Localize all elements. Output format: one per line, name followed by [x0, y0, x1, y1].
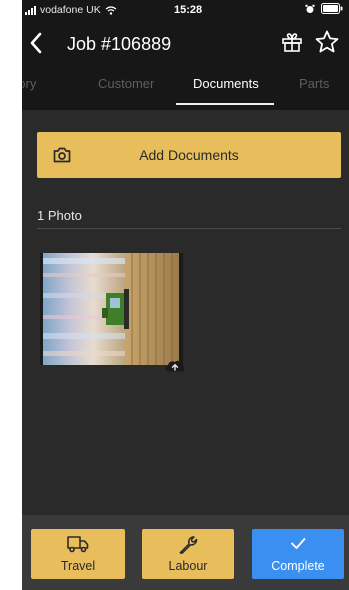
status-bar: vodafone UK 15:28 — [22, 0, 349, 18]
complete-label: Complete — [271, 559, 325, 573]
tab-bar: Story Customer Documents Parts — [22, 70, 349, 106]
labour-button[interactable]: Labour — [142, 529, 234, 579]
status-time: 15:28 — [174, 4, 203, 16]
add-documents-label: Add Documents — [139, 147, 239, 163]
truck-icon — [67, 536, 89, 553]
status-left: vodafone UK — [25, 4, 117, 16]
section-divider — [37, 228, 341, 229]
cloud-upload-icon — [164, 357, 186, 373]
page-title: Job #106889 — [67, 34, 172, 54]
tab-customer[interactable]: Customer — [98, 76, 154, 91]
star-outline-icon — [315, 30, 339, 53]
bottom-action-bar: Travel Labour Complete — [22, 515, 349, 590]
travel-label: Travel — [60, 559, 96, 573]
checkmark-icon — [291, 538, 306, 549]
alarm-icon — [305, 4, 315, 14]
add-documents-button[interactable]: Add Documents — [37, 132, 341, 178]
photo-count-heading: 1 Photo — [37, 208, 82, 223]
battery-icon — [321, 3, 343, 14]
gift-button[interactable] — [280, 30, 304, 54]
signal-icon — [25, 5, 36, 15]
labour-label: Labour — [168, 559, 208, 573]
favorite-button[interactable] — [314, 29, 340, 55]
chevron-left-icon — [30, 32, 42, 54]
back-button[interactable] — [25, 28, 47, 58]
active-tab-indicator — [176, 103, 274, 105]
complete-button[interactable]: Complete — [252, 529, 344, 579]
header: vodafone UK 15:28 Job #106889 ry Custome… — [22, 0, 349, 110]
wrench-icon — [179, 536, 198, 554]
tab-story[interactable]: Story — [22, 76, 36, 91]
gift-icon — [282, 33, 302, 52]
wifi-icon — [105, 5, 117, 15]
status-right — [305, 3, 343, 14]
tab-documents[interactable]: Documents — [193, 76, 259, 91]
app-screen: vodafone UK 15:28 Job #106889 ry Custome… — [22, 0, 349, 590]
tab-parts[interactable]: Parts — [299, 76, 329, 91]
photo-thumbnail[interactable] — [40, 253, 183, 365]
carrier-label: vodafone UK — [40, 4, 101, 16]
photo-image — [40, 253, 183, 365]
nav-bar: Job #106889 — [22, 28, 349, 60]
travel-button[interactable]: Travel — [31, 529, 125, 579]
